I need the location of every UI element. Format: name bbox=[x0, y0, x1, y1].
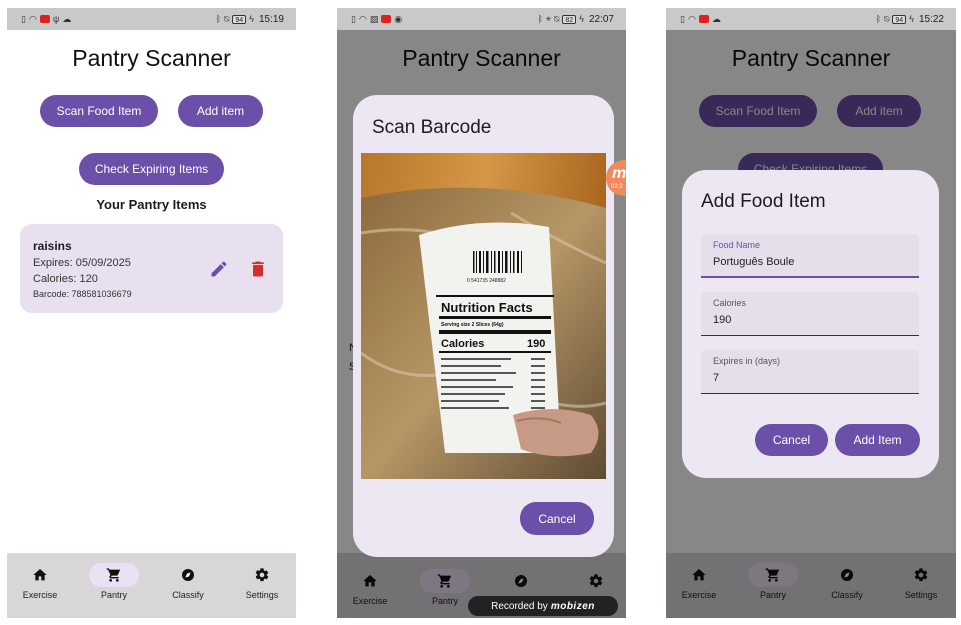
cancel-button[interactable]: Cancel bbox=[755, 424, 828, 456]
check-expiring-items-button[interactable]: Check Expiring Items bbox=[79, 153, 224, 185]
app-icon: ◉ bbox=[394, 14, 403, 24]
bottom-nav: Exercise Pantry Classify Settings bbox=[7, 553, 296, 618]
item-name: raisins bbox=[33, 239, 72, 253]
home-icon bbox=[33, 569, 47, 581]
sim-icon: ▯ bbox=[21, 14, 26, 24]
bluetooth-icon: ᛒ bbox=[215, 14, 221, 24]
charging-icon: ϟ bbox=[249, 14, 254, 24]
sim-icon: ▯ bbox=[680, 14, 685, 24]
expires-days-label: Expires in (days) bbox=[713, 356, 781, 366]
bluetooth-icon: ᛒ bbox=[875, 14, 881, 24]
dialog-title: Add Food Item bbox=[701, 191, 826, 212]
wifi-icon: ◠ bbox=[358, 14, 367, 24]
calories-value: 190 bbox=[527, 338, 545, 350]
calories-value: 190 bbox=[713, 314, 732, 326]
barcode-digits: 0 541735 248882 bbox=[467, 278, 506, 284]
recorded-by-text: Recorded by bbox=[491, 600, 548, 612]
status-bar: ▯ ◠ ☁ ᛒ ⍉ 94 ϟ 15:22 bbox=[666, 8, 956, 30]
food-name-value: Português Boule bbox=[713, 256, 795, 268]
calories-field[interactable]: Calories 190 bbox=[701, 292, 919, 336]
dialog-title: Scan Barcode bbox=[372, 117, 492, 138]
expires-days-value: 7 bbox=[713, 372, 720, 384]
bluetooth-icon: ᛒ bbox=[537, 14, 543, 24]
cloud-icon: ☁ bbox=[62, 14, 72, 24]
nav-settings[interactable]: Settings bbox=[227, 563, 296, 600]
food-name-label: Food Name bbox=[713, 240, 761, 250]
cart-icon bbox=[106, 568, 121, 582]
recording-watermark: Recorded by mobizen bbox=[468, 596, 618, 616]
add-item-submit-button[interactable]: Add Item bbox=[835, 424, 920, 456]
nav-label: Classify bbox=[172, 590, 204, 600]
nutrition-heading: Nutrition Facts bbox=[441, 300, 533, 315]
status-bar: ▯ ◠ ▨ ◉ ᛒ ⌖ ⍉ 82 ϟ 22:07 bbox=[337, 8, 626, 30]
clock: 15:22 bbox=[918, 13, 944, 25]
recording-icon bbox=[698, 15, 709, 23]
camera-preview: 0 541735 248882 Nutrition Facts Serving … bbox=[361, 153, 606, 479]
nav-pantry[interactable]: Pantry bbox=[79, 563, 149, 600]
recording-icon bbox=[381, 15, 392, 23]
battery-icon: 94 bbox=[892, 14, 907, 24]
item-barcode: Barcode: 788581036679 bbox=[33, 289, 132, 299]
trash-icon[interactable] bbox=[248, 259, 268, 279]
usb-icon: ψ bbox=[52, 14, 60, 24]
nav-label: Exercise bbox=[22, 590, 58, 600]
charging-icon: ϟ bbox=[909, 14, 914, 24]
charging-icon: ϟ bbox=[579, 14, 584, 24]
item-expiry: Expires: 05/09/2025 bbox=[33, 257, 131, 269]
section-title: Your Pantry Items bbox=[96, 197, 207, 212]
pantry-screen: ▯ ◠ ψ ☁ ᛒ ⍉ 94 ϟ 15:19 Pantry Scanner Sc… bbox=[7, 8, 296, 618]
expires-days-field[interactable]: Expires in (days) 7 bbox=[701, 350, 919, 394]
nav-classify[interactable]: Classify bbox=[153, 563, 223, 600]
compass-icon bbox=[182, 569, 194, 581]
clock: 15:19 bbox=[258, 13, 284, 25]
item-calories: Calories: 120 bbox=[33, 273, 98, 285]
nav-label: Settings bbox=[245, 590, 279, 600]
nfc-icon: ▨ bbox=[369, 14, 379, 24]
sim-icon: ▯ bbox=[351, 14, 356, 24]
clock: 22:07 bbox=[588, 13, 614, 25]
mute-icon: ⍉ bbox=[224, 14, 230, 24]
gear-icon bbox=[255, 568, 269, 582]
app-title: Pantry Scanner bbox=[72, 45, 231, 71]
calories-label: Calories bbox=[441, 338, 484, 350]
mobizen-logo: mobizen bbox=[550, 600, 595, 612]
battery-icon: 82 bbox=[562, 14, 577, 24]
nav-label: Pantry bbox=[100, 590, 127, 600]
location-icon: ⌖ bbox=[545, 14, 551, 24]
cloud-icon: ☁ bbox=[711, 14, 721, 24]
wifi-icon: ◠ bbox=[687, 14, 696, 24]
food-name-field[interactable]: Food Name Português Boule bbox=[701, 234, 919, 278]
calories-label: Calories bbox=[713, 298, 747, 308]
serving-size: Serving size 2 Slices (64g) bbox=[441, 322, 504, 328]
recording-icon bbox=[39, 15, 50, 23]
battery-icon: 94 bbox=[232, 14, 247, 24]
cancel-button[interactable]: Cancel bbox=[520, 502, 594, 535]
add-food-item-dialog: Add Food Item Food Name Português Boule … bbox=[682, 170, 939, 478]
nav-exercise[interactable]: Exercise bbox=[7, 563, 75, 600]
scan-barcode-dialog: Scan Barcode 0 541735 248882 Nutrition F… bbox=[353, 95, 614, 557]
scan-barcode-screen: ▯ ◠ ▨ ◉ ᛒ ⌖ ⍉ 82 ϟ 22:07 Pantry Scanner … bbox=[337, 8, 626, 618]
pantry-item-card: raisins Expires: 05/09/2025 Calories: 12… bbox=[20, 224, 283, 313]
status-bar: ▯ ◠ ψ ☁ ᛒ ⍉ 94 ϟ 15:19 bbox=[7, 8, 296, 30]
mute-icon: ⍉ bbox=[554, 14, 560, 24]
mute-icon: ⍉ bbox=[884, 14, 890, 24]
recorder-bubble-letter: m bbox=[612, 165, 626, 182]
add-item-screen: ▯ ◠ ☁ ᛒ ⍉ 94 ϟ 15:22 Pantry Scanner Scan… bbox=[666, 8, 956, 618]
scan-food-item-button[interactable]: Scan Food Item bbox=[40, 95, 158, 127]
pencil-icon[interactable] bbox=[209, 259, 229, 279]
recorder-timer: 02:2 bbox=[611, 184, 623, 190]
wifi-icon: ◠ bbox=[28, 14, 37, 24]
add-item-button[interactable]: Add item bbox=[178, 95, 263, 127]
